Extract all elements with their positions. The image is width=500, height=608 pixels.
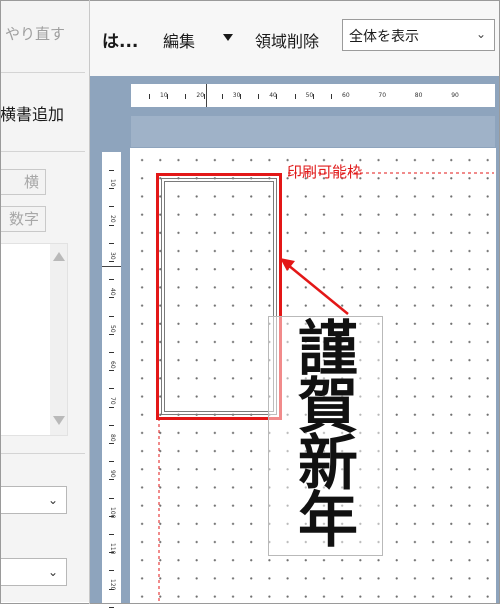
printable-area-label: 印刷可能枠 [287, 163, 363, 181]
greeting-char-4: 年 [298, 486, 358, 556]
ruler-label: 100 [109, 506, 116, 519]
ruler-tick [109, 261, 114, 262]
pointer-arrow-line [287, 264, 349, 315]
canvas-area[interactable]: 10 20 30 40 50 60 70 80 90 10 20 30 40 50 60 70 80 90 100… [90, 76, 499, 608]
view-select-value: 全体を表示 [349, 29, 419, 45]
ruler-label: 50 [305, 92, 314, 99]
ruler-label: 60 [109, 361, 116, 369]
ruler-tick [109, 461, 114, 463]
ruler-tick [109, 534, 114, 535]
ruler-tick [109, 443, 114, 444]
ruler-label: 20 [109, 215, 116, 224]
ruler-label: 40 [269, 92, 277, 99]
horizontal-button[interactable]: 横 [1, 169, 46, 195]
canvas-band [131, 116, 495, 147]
ruler-label: 80 [109, 433, 116, 442]
ruler-tick [185, 94, 187, 99]
left-combo-2[interactable]: ⌄ [1, 558, 67, 586]
chevron-down-icon: ⌄ [47, 565, 58, 579]
greeting-char-3: 新 [298, 429, 358, 499]
left-separator-3 [1, 453, 85, 454]
left-combo-1[interactable]: ⌄ [1, 486, 67, 514]
ruler-tick [109, 315, 114, 317]
ruler-tick [109, 297, 114, 299]
chevron-down-icon: ⌄ [47, 493, 58, 507]
ruler-tick [109, 497, 114, 499]
ruler-tick [109, 170, 114, 171]
address-block-frame[interactable] [161, 178, 277, 415]
ruler-tick [109, 406, 114, 408]
left-panel: やり直す 横書追加 横 数字 ⌄ ⌄ [1, 1, 89, 602]
vertical-ruler: 10 20 30 40 50 60 70 80 90 100 110 120 [102, 152, 121, 608]
ruler-tick [109, 279, 114, 281]
greeting-char-2: 賀 [298, 372, 358, 442]
ruler-position-marker [102, 266, 121, 267]
ruler-label: 70 [378, 92, 387, 99]
ruler-label: 90 [451, 92, 459, 99]
ruler-label: 30 [232, 92, 241, 99]
ruler-label: 10 [109, 179, 116, 187]
ruler-tick [109, 224, 114, 226]
ruler-tick [109, 424, 114, 426]
ruler-tick [258, 94, 260, 99]
ruler-label: 80 [414, 92, 423, 99]
ruler-tick [109, 352, 114, 353]
ruler-tick [109, 479, 114, 481]
ruler-label: 10 [160, 92, 168, 99]
ruler-label: 90 [109, 470, 116, 478]
list-scrollbar[interactable] [50, 244, 67, 435]
ruler-tick [331, 94, 332, 99]
toolbar: は... 編集 領域削除 全体を表示 ⌄ [90, 1, 499, 76]
ruler-label: 60 [342, 92, 350, 99]
caret-down-icon[interactable] [223, 34, 233, 41]
item-list[interactable] [1, 243, 68, 436]
greeting-char-1: 謹 [298, 315, 358, 385]
left-separator-2 [1, 151, 85, 152]
delete-area-button[interactable]: 領域削除 [255, 28, 319, 52]
ruler-tick [149, 94, 150, 99]
chevron-down-icon: ⌄ [475, 27, 486, 41]
ruler-label: 120 [109, 579, 116, 591]
add-horizontal-text-button[interactable]: 横書追加 [1, 101, 64, 125]
redo-button[interactable]: やり直す [5, 23, 65, 44]
document-title[interactable]: は... [102, 27, 138, 52]
ruler-label: 30 [109, 251, 116, 260]
horizontal-ruler: 10 20 30 40 50 60 70 80 90 [131, 84, 495, 107]
ruler-label: 110 [109, 543, 116, 555]
ruler-tick [109, 206, 114, 208]
ruler-label: 40 [109, 288, 116, 296]
left-separator-1 [1, 72, 85, 73]
view-select[interactable]: 全体を表示 ⌄ [342, 19, 495, 51]
ruler-tick [221, 94, 223, 99]
ruler-tick [109, 370, 114, 372]
scroll-up-arrow-icon[interactable] [53, 252, 65, 261]
edit-menu-button[interactable]: 編集 [163, 28, 195, 52]
ruler-label: 20 [196, 92, 205, 99]
ruler-label: 70 [109, 397, 116, 406]
scroll-down-arrow-icon[interactable] [53, 416, 65, 425]
ruler-position-marker [206, 84, 207, 107]
ruler-tick [109, 188, 114, 190]
ruler-tick [109, 570, 114, 572]
ruler-tick [294, 94, 296, 99]
ruler-tick [109, 333, 114, 335]
number-button[interactable]: 数字 [1, 206, 46, 232]
ruler-label: 50 [109, 324, 116, 333]
ruler-tick [109, 242, 114, 244]
ruler-tick [109, 388, 114, 390]
